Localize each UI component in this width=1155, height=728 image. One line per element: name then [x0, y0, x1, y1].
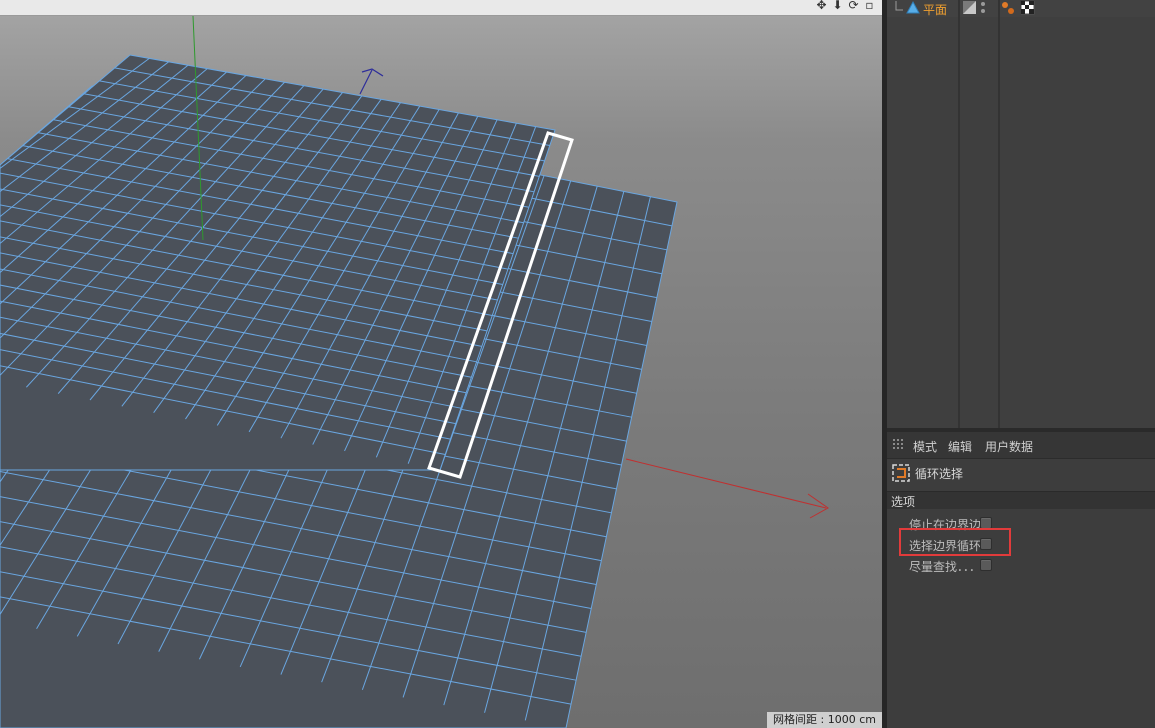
loop-select-icon: [892, 464, 910, 482]
attribute-manager: 模式 编辑 用户数据 循环选择 选项 停止在边界边 选择边界循环 尽量查找．．．: [887, 432, 1155, 728]
tab-mode[interactable]: 模式: [913, 438, 937, 455]
om-column-separator: [998, 0, 1000, 428]
z-axis-arrow: [361, 68, 384, 77]
tool-header: 循环选择: [887, 459, 1155, 489]
om-column-separator: [958, 0, 960, 428]
visibility-dots-icon[interactable]: [979, 1, 987, 15]
option-label: 尽量查找．．．: [909, 560, 982, 574]
object-manager: 平面: [887, 0, 1155, 432]
x-axis-line: [625, 458, 827, 509]
tab-user-data[interactable]: 用户数据: [985, 438, 1033, 455]
object-name[interactable]: 平面: [923, 1, 947, 18]
layer-swatch-icon[interactable]: [963, 1, 977, 15]
right-panel: 平面 模式 编辑 用户数据 循环选择 选项 停止在边界边 选择边界循环 尽量查找…: [887, 0, 1155, 728]
3d-viewport[interactable]: ✥ ⬇ ⟳ ▫ 网格间距 : 1000 cm: [0, 0, 882, 728]
attribute-tab-bar: 模式 编辑 用户数据: [887, 432, 1155, 459]
plane-object-icon: [906, 0, 920, 14]
viewport-scene: [0, 15, 829, 728]
annotation-highlight-box: [899, 528, 1011, 556]
grid-spacing-readout: 网格间距 : 1000 cm: [767, 712, 882, 728]
z-axis-line: [359, 69, 373, 95]
grip-icon[interactable]: [893, 439, 905, 451]
tool-title: 循环选择: [915, 467, 964, 481]
options-section-header[interactable]: 选项: [887, 491, 1155, 509]
phong-tag-icon[interactable]: [1001, 1, 1017, 15]
texture-tag-icon[interactable]: [1021, 1, 1035, 15]
option-checkbox[interactable]: [980, 559, 992, 571]
tab-edit[interactable]: 编辑: [948, 438, 972, 455]
options-title: 选项: [891, 495, 916, 509]
option-greedy-search: 尽量查找．．．: [887, 555, 1155, 575]
